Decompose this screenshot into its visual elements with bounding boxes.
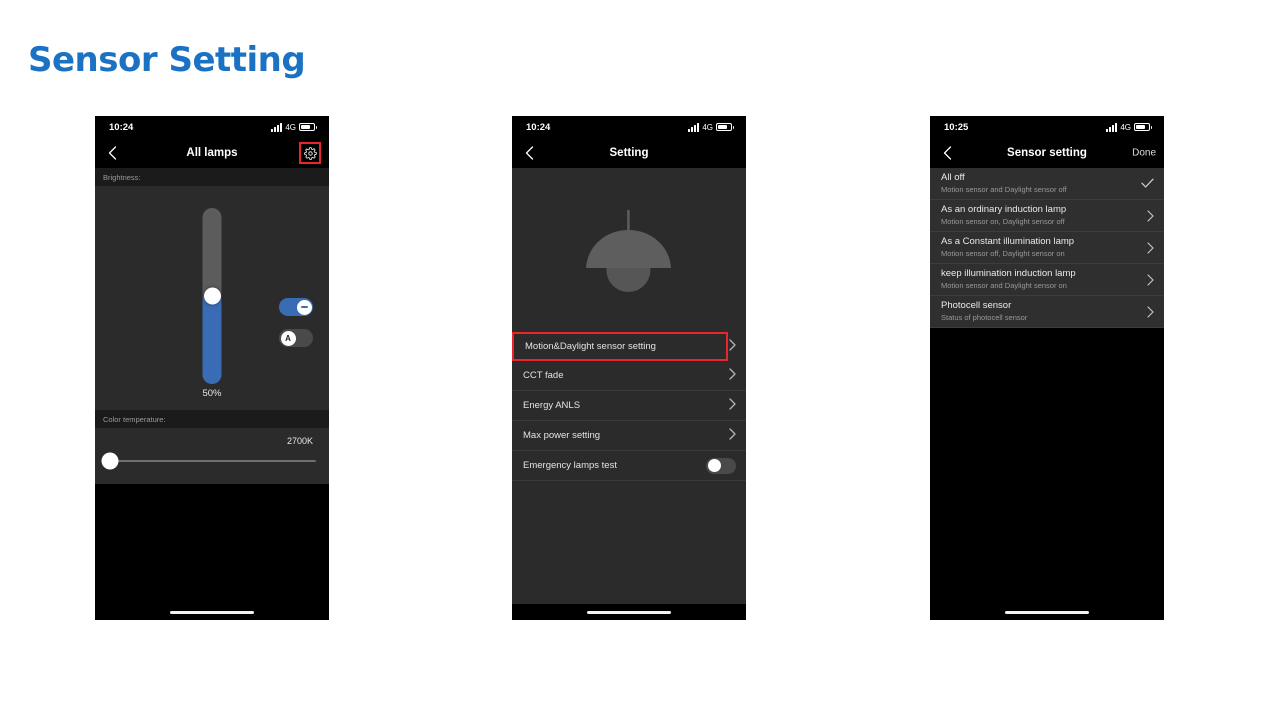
option-subtitle: Motion sensor off, Daylight sensor on <box>941 249 1065 258</box>
chevron-right-icon <box>729 428 736 443</box>
settings-menu: Motion&Daylight sensor setting CCT fade … <box>512 332 746 481</box>
chevron-right-icon <box>1147 273 1154 286</box>
minus-icon <box>300 306 308 308</box>
battery-icon <box>1134 123 1152 131</box>
signal-bars-icon <box>1106 122 1118 132</box>
option-subtitle: Motion sensor and Daylight sensor off <box>941 185 1067 194</box>
menu-item-label: Motion&Daylight sensor setting <box>525 341 656 352</box>
menu-item-label: Emergency lamps test <box>523 460 617 471</box>
list-item-all-off[interactable]: All off Motion sensor and Daylight senso… <box>930 168 1164 200</box>
color-temperature-slider-knob[interactable] <box>101 452 119 470</box>
auto-toggle[interactable]: A <box>279 329 313 347</box>
toggle-knob <box>707 459 721 472</box>
home-indicator <box>95 604 329 620</box>
network-label: 4G <box>285 122 296 132</box>
status-time: 10:24 <box>526 121 551 133</box>
menu-item-max-power-setting[interactable]: Max power setting <box>512 421 746 451</box>
battery-icon <box>716 123 734 131</box>
list-item-constant-illumination-lamp[interactable]: As a Constant illumination lamp Motion s… <box>930 232 1164 264</box>
screen2-body: Motion&Daylight sensor setting CCT fade … <box>512 168 746 604</box>
signal-bars-icon <box>688 122 700 132</box>
chevron-left-icon[interactable] <box>104 145 120 161</box>
done-button[interactable]: Done <box>1132 148 1156 159</box>
page-title: Sensor Setting <box>28 40 306 80</box>
status-bar: 10:24 4G <box>512 116 746 138</box>
color-temperature-label: Color temperature: <box>95 410 329 428</box>
signal-bars-icon <box>271 122 283 132</box>
pendant-lamp-icon <box>512 168 746 332</box>
nav-bar: Setting <box>512 138 746 168</box>
status-bar: 10:25 4G <box>930 116 1164 138</box>
color-temperature-panel: 2700K <box>95 428 329 484</box>
home-indicator <box>930 604 1164 620</box>
option-title: As a Constant illumination lamp <box>941 236 1075 247</box>
brightness-slider-fill <box>202 296 222 384</box>
color-temperature-value: 2700K <box>286 436 313 446</box>
brightness-slider-knob[interactable] <box>203 287 221 305</box>
color-temperature-slider[interactable] <box>101 452 316 470</box>
battery-icon <box>299 123 317 131</box>
page-heading: Sensor setting <box>1007 147 1087 159</box>
menu-item-label: Energy ANLS <box>523 400 581 411</box>
network-label: 4G <box>1120 122 1131 132</box>
page-heading: All lamps <box>186 147 238 159</box>
brightness-value: 50% <box>202 388 222 399</box>
option-subtitle: Motion sensor on, Daylight sensor off <box>941 217 1065 226</box>
gear-icon[interactable] <box>299 142 321 164</box>
phone-screen-all-lamps: 10:24 4G All lamps Brightness: 50% A Col… <box>95 116 329 620</box>
status-bar: 10:24 4G <box>95 116 329 138</box>
chevron-right-icon <box>729 368 736 383</box>
chevron-left-icon[interactable] <box>521 145 537 161</box>
option-title: As an ordinary induction lamp <box>941 204 1067 215</box>
page-heading: Setting <box>609 147 649 159</box>
option-title: All off <box>941 172 965 183</box>
chevron-right-icon <box>729 338 736 356</box>
brightness-label: Brightness: <box>95 168 329 186</box>
network-label: 4G <box>702 122 713 132</box>
status-time: 10:24 <box>109 121 134 133</box>
emergency-lamps-test-toggle[interactable] <box>706 457 736 474</box>
home-indicator <box>512 604 746 620</box>
minus-toggle[interactable] <box>279 298 313 316</box>
menu-item-emergency-lamps-test[interactable]: Emergency lamps test <box>512 451 746 481</box>
list-item-photocell-sensor[interactable]: Photocell sensor Status of photocell sen… <box>930 296 1164 328</box>
brightness-panel: 50% A <box>95 186 329 410</box>
chevron-right-icon <box>1147 209 1154 222</box>
menu-item-label: Max power setting <box>523 430 601 441</box>
phone-screen-sensor-setting: 10:25 4G Sensor setting Done All off Mot… <box>930 116 1164 620</box>
nav-bar: All lamps <box>95 138 329 168</box>
list-item-keep-illumination-induction-lamp[interactable]: keep illumination induction lamp Motion … <box>930 264 1164 296</box>
list-item-ordinary-induction-lamp[interactable]: As an ordinary induction lamp Motion sen… <box>930 200 1164 232</box>
brightness-slider[interactable] <box>202 208 222 384</box>
auto-toggle-knob: A <box>280 330 296 346</box>
option-subtitle: Motion sensor and Daylight sensor on <box>941 281 1067 290</box>
menu-item-cct-fade[interactable]: CCT fade <box>512 361 746 391</box>
menu-item-energy-anls[interactable]: Energy ANLS <box>512 391 746 421</box>
chevron-right-icon <box>1147 241 1154 254</box>
chevron-right-icon <box>729 398 736 413</box>
chevron-right-icon <box>1147 305 1154 318</box>
empty-area <box>95 484 329 604</box>
chevron-left-icon[interactable] <box>939 145 955 161</box>
check-icon <box>1141 178 1154 189</box>
screen3-body: All off Motion sensor and Daylight senso… <box>930 168 1164 604</box>
option-subtitle: Status of photocell sensor <box>941 313 1028 322</box>
menu-item-label: CCT fade <box>523 370 564 381</box>
status-time: 10:25 <box>944 121 969 133</box>
screen1-body: Brightness: 50% A Color temperature: 270… <box>95 168 329 604</box>
option-title: keep illumination induction lamp <box>941 268 1076 279</box>
menu-item-motion-daylight-sensor-setting[interactable]: Motion&Daylight sensor setting <box>512 332 728 361</box>
empty-area <box>512 481 746 604</box>
phone-screen-setting: 10:24 4G Setting Motion&Daylight sensor … <box>512 116 746 620</box>
option-title: Photocell sensor <box>941 300 1012 311</box>
minus-toggle-knob <box>296 299 312 315</box>
empty-area <box>930 328 1164 604</box>
nav-bar: Sensor setting Done <box>930 138 1164 168</box>
sensor-options-list: All off Motion sensor and Daylight senso… <box>930 168 1164 328</box>
